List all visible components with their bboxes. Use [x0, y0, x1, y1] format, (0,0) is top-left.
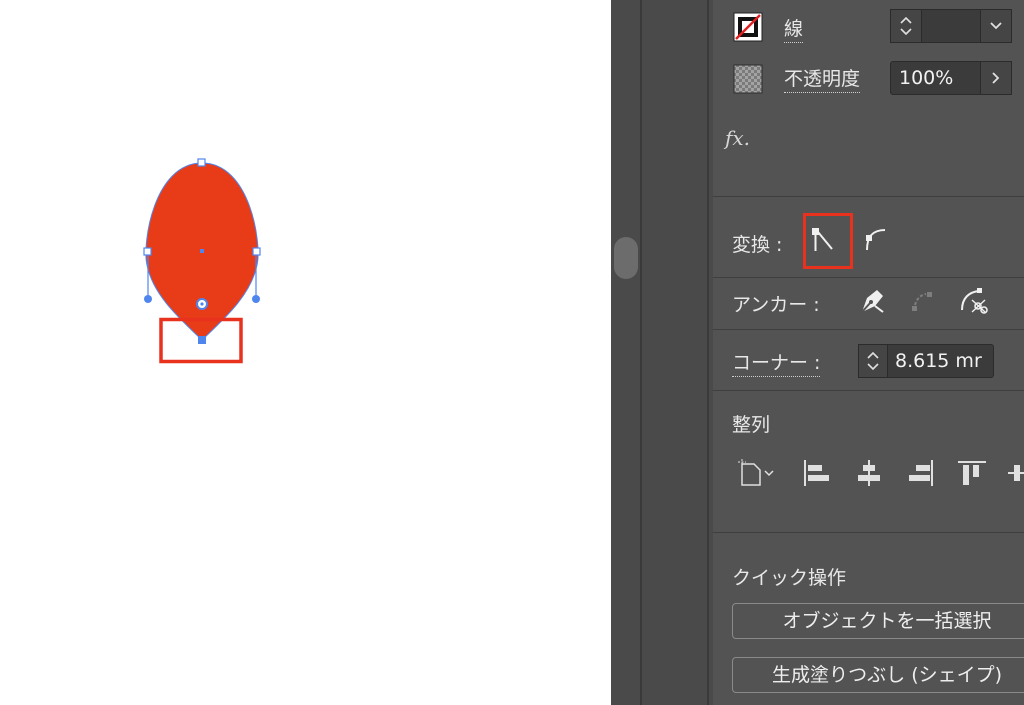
chevron-down-icon [990, 22, 1002, 30]
opacity-checker-icon[interactable] [733, 64, 763, 94]
live-corner-widget-dot [200, 302, 204, 306]
align-to-selection-icon[interactable] [737, 458, 777, 492]
align-right-icon[interactable] [906, 458, 936, 492]
right-anchor-point[interactable] [252, 247, 261, 256]
stepper-arrows-icon [867, 351, 879, 371]
corner-radius-value: 8.615 mr [895, 350, 982, 372]
properties-panel: 線 不透明度 100% fx. 変換: アンカー: コーナー: 8.615… [713, 0, 1024, 705]
dock-scroll-handle[interactable] [614, 237, 638, 279]
stroke-label: 線 [784, 14, 804, 43]
bottom-anchor-point-selected[interactable] [198, 336, 206, 344]
panel-dock-strip [611, 0, 713, 705]
dock-divider [640, 0, 642, 705]
align-vertical-center-icon[interactable] [1008, 458, 1024, 492]
quick-actions-title: クイック操作 [732, 567, 847, 589]
opacity-value: 100% [899, 67, 954, 89]
stroke-weight-stepper[interactable] [890, 9, 922, 43]
right-handle-point[interactable] [252, 295, 260, 303]
center-point [200, 249, 204, 253]
left-anchor-point[interactable] [143, 247, 152, 256]
remove-anchor-pen-icon[interactable] [857, 286, 887, 316]
align-top-icon[interactable] [957, 458, 987, 492]
left-handle-point[interactable] [144, 295, 152, 303]
cut-path-icon[interactable] [957, 286, 989, 316]
align-horizontal-center-icon[interactable] [854, 458, 884, 492]
section-divider [713, 329, 1024, 330]
generative-fill-shape-button[interactable]: 生成塗りつぶし (シェイプ) [732, 657, 1024, 693]
corner-radius-stepper[interactable] [858, 344, 888, 378]
section-divider [713, 390, 1024, 391]
connect-paths-icon [909, 288, 939, 316]
section-divider [713, 196, 1024, 197]
convert-to-smooth-icon[interactable] [861, 224, 891, 254]
transform-label: 変換 : [732, 234, 783, 256]
select-same-objects-button[interactable]: オブジェクトを一括選択 [732, 603, 1024, 639]
selected-shape-artwork[interactable] [0, 0, 611, 705]
opacity-label: 不透明度 [784, 64, 861, 93]
dock-divider [707, 0, 709, 705]
section-divider [713, 532, 1024, 533]
align-left-icon[interactable] [801, 458, 831, 492]
stroke-weight-dropdown[interactable] [980, 9, 1012, 43]
stepper-arrows-icon [900, 16, 912, 36]
corner-label: コーナー : [732, 348, 821, 377]
chevron-right-icon [992, 72, 1000, 84]
anchor-label: アンカー : [732, 294, 820, 316]
convert-corner-highlight-box [803, 213, 853, 269]
align-section-title: 整列 [732, 414, 771, 436]
effects-fx-button[interactable]: fx. [725, 126, 750, 150]
section-divider [713, 277, 1024, 278]
top-anchor-point[interactable] [197, 158, 206, 167]
artboard-canvas[interactable] [0, 0, 611, 705]
stroke-swatch-icon[interactable] [733, 12, 763, 42]
opacity-slider-button[interactable] [980, 61, 1012, 95]
